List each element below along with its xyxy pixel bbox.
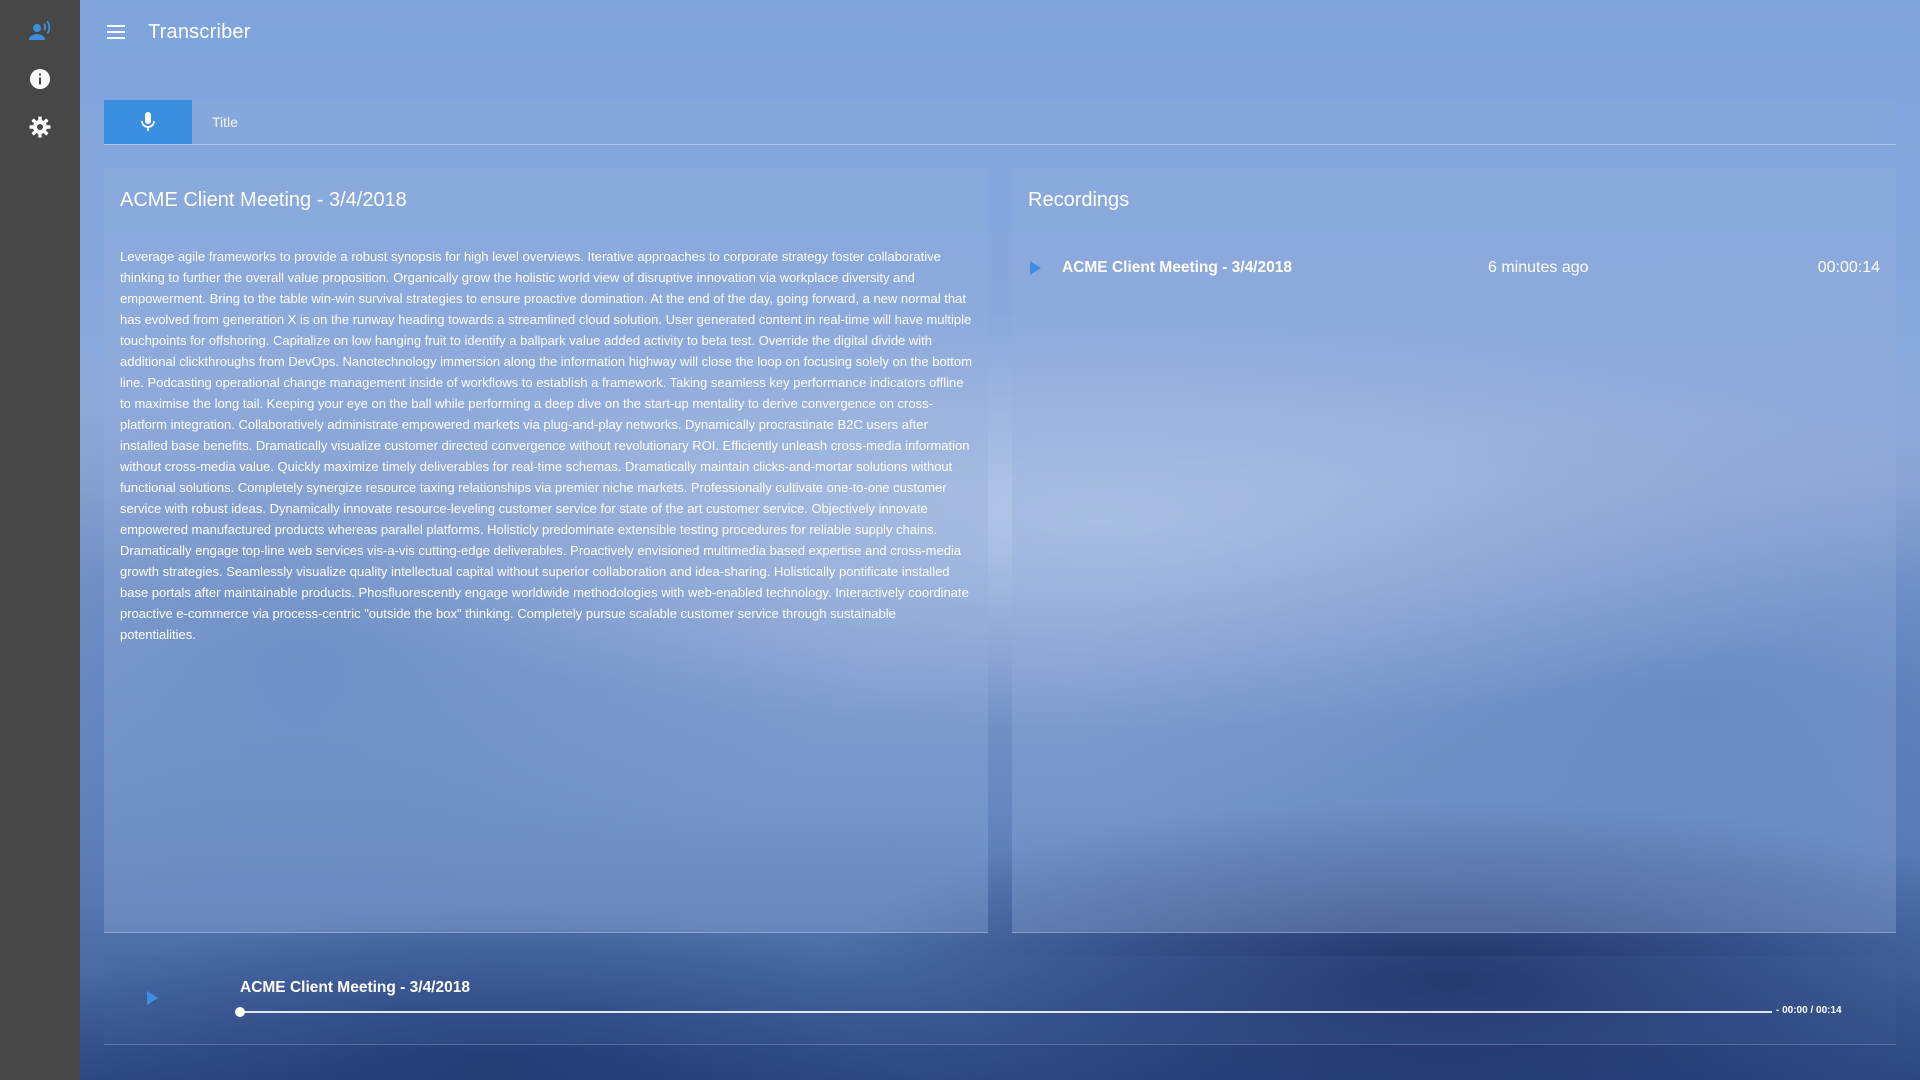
seek-handle[interactable] <box>235 1007 245 1017</box>
title-input[interactable] <box>192 99 1896 145</box>
record-bar <box>104 99 1896 145</box>
audio-player: ACME Client Meeting - 3/4/2018 - 00:00 /… <box>104 956 1896 1045</box>
player-title: ACME Client Meeting - 3/4/2018 <box>240 979 470 996</box>
recordings-card: Recordings ACME Client Meeting - 3/4/201… <box>1012 168 1896 933</box>
settings-nav-button[interactable] <box>20 107 60 147</box>
info-icon <box>30 69 50 89</box>
transcriber-nav-button[interactable] <box>20 11 60 51</box>
play-icon <box>1030 261 1041 275</box>
menu-button[interactable] <box>96 12 136 52</box>
voice-user-icon <box>29 20 51 40</box>
player-time: - 00:00 / 00:14 <box>1776 1005 1842 1016</box>
transcript-text: Leverage agile frameworks to provide a r… <box>120 249 972 642</box>
app-title: Transcriber <box>148 20 251 43</box>
player-play-button[interactable] <box>140 986 164 1010</box>
recording-item[interactable]: ACME Client Meeting - 3/4/2018 6 minutes… <box>1012 248 1896 288</box>
seek-bar[interactable] <box>235 1007 1772 1017</box>
recording-age: 6 minutes ago <box>1488 259 1589 276</box>
recording-name: ACME Client Meeting - 3/4/2018 <box>1062 259 1292 276</box>
transcript-title: ACME Client Meeting - 3/4/2018 <box>104 168 988 232</box>
play-icon <box>147 991 158 1005</box>
app-bar: Transcriber <box>80 0 1920 64</box>
recordings-title: Recordings <box>1012 168 1896 232</box>
hamburger-menu-icon <box>107 25 125 39</box>
gear-icon <box>29 116 51 138</box>
recording-play-button[interactable] <box>1028 260 1052 276</box>
transcript-card: ACME Client Meeting - 3/4/2018 Leverage … <box>104 168 988 933</box>
microphone-icon <box>141 112 155 131</box>
sidebar <box>0 0 80 1080</box>
recording-duration: 00:00:14 <box>1817 259 1880 276</box>
about-nav-button[interactable] <box>20 59 60 99</box>
record-button[interactable] <box>104 100 192 144</box>
